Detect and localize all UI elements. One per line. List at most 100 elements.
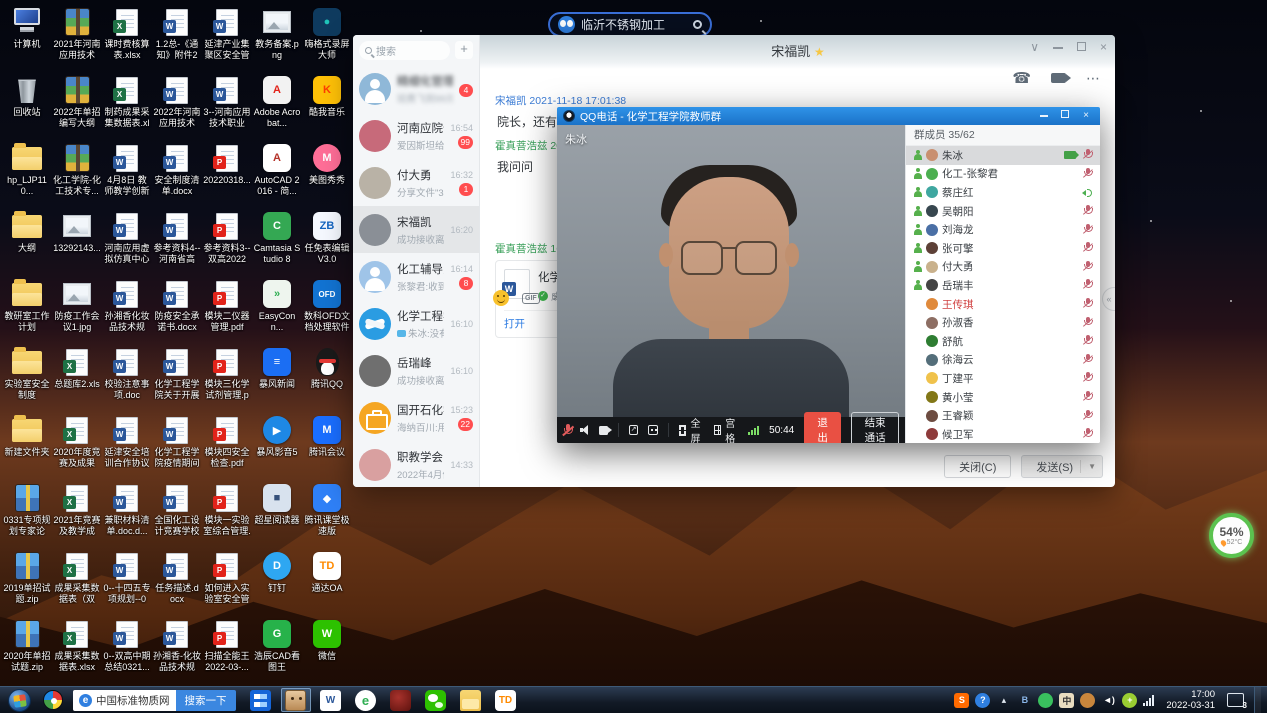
member-row[interactable]: 付大勇 <box>906 258 1100 277</box>
desktop-icon[interactable]: 回收站 <box>2 70 52 138</box>
call-maximize-button[interactable] <box>1057 108 1073 124</box>
desktop-icon[interactable]: 腾讯QQ <box>302 342 352 410</box>
conversation-item[interactable]: 国开石化学…海纳百川:用学…15:2322 <box>353 394 479 441</box>
member-row[interactable]: 候卫军 <box>906 425 1100 443</box>
ime-icon[interactable]: 中 <box>1059 693 1074 708</box>
member-row[interactable]: 张可擎 <box>906 239 1100 258</box>
desktop-icon[interactable]: ■超星阅读器 <box>252 478 302 546</box>
screen-share-icon[interactable]: ↗ <box>629 425 639 435</box>
fox-icon[interactable] <box>1080 693 1095 708</box>
desktop-icon[interactable]: W化学工程学院疫情期间教... <box>152 410 202 478</box>
desktop-icon[interactable]: 实验室安全制度 <box>2 342 52 410</box>
desktop-icon[interactable]: 13292143... <box>52 206 102 274</box>
gif-icon[interactable]: GIF <box>522 293 540 304</box>
desktop-icon[interactable]: »EasyConn... <box>252 274 302 342</box>
desktop-icon[interactable]: 2021年河南应用技术职... <box>52 2 102 70</box>
desktop-icon[interactable]: P参考资料3--双高20220... <box>202 206 252 274</box>
conversation-item[interactable]: 化学工程学…朱冰:没有进入qq…16:10 <box>353 300 479 347</box>
desktop-icon[interactable]: ◆腾讯课堂极速版 <box>302 478 352 546</box>
desktop-icon[interactable]: TD通达OA <box>302 546 352 614</box>
performance-ball[interactable]: 54% 52°C <box>1209 513 1254 558</box>
desktop-icon[interactable]: 教研室工作计划 <box>2 274 52 342</box>
call-close-button[interactable]: × <box>1078 108 1094 124</box>
desktop-icon[interactable]: ▶暴风影音5 <box>252 410 302 478</box>
360-ball-icon[interactable]: + <box>1122 693 1137 708</box>
conversation-item[interactable]: 岳瑞峰成功接收离线文件 "16:10 <box>353 347 479 394</box>
desktop-icon[interactable]: W孙湘香-化妆品技术规范... <box>152 614 202 682</box>
desktop-icon[interactable]: W兼职材料清单.doc.d... <box>102 478 152 546</box>
360-pill-icon[interactable] <box>1038 693 1053 708</box>
desktop-icon[interactable]: W0--双高中期总结0321... <box>102 614 152 682</box>
tray-expand-icon[interactable]: ▴ <box>996 693 1011 708</box>
desktop-icon[interactable]: W4月8日 教师教学创新团... <box>102 138 152 206</box>
send-options-chevron-icon[interactable]: ▼ <box>1088 462 1096 471</box>
taskbar-word-app[interactable]: W <box>316 688 346 712</box>
desktop-icon[interactable]: X总题库2.xls <box>52 342 102 410</box>
desktop-icon[interactable]: M腾讯会议 <box>302 410 352 478</box>
minimize-button[interactable] <box>1053 40 1063 54</box>
desktop-icon[interactable]: 2019单招试题.zip <box>2 546 52 614</box>
desktop-icon[interactable]: ZB任免表编辑 V3.0 <box>302 206 352 274</box>
taskbar-search-button[interactable]: 搜索一下 <box>176 690 236 711</box>
conversation-item[interactable]: 河南应院化…爱因斯坦给我…16:5499 <box>353 112 479 159</box>
desktop-icon[interactable]: W化学工程学院关于开展教... <box>152 342 202 410</box>
taskbar-clock[interactable]: 17:00 2022-03-31 <box>1166 689 1215 711</box>
desktop-icon[interactable]: W防疫安全承诺书.docx <box>152 274 202 342</box>
taskbar-media-tiles-app[interactable] <box>246 688 276 712</box>
send-button[interactable]: 发送(S) ▼ <box>1021 455 1103 478</box>
desktop-icon[interactable]: 化工学院-化工技术专... <box>52 138 102 206</box>
desktop-icon[interactable]: W3--河南应用技术职业学... <box>202 70 252 138</box>
sogou-input-icon[interactable]: S <box>954 693 969 708</box>
desktop-icon[interactable]: G浩辰CAD看图王 <box>252 614 302 682</box>
microphone-muted-icon[interactable] <box>563 424 570 437</box>
desktop-icon[interactable]: X成果采集数据表（双高）... <box>52 546 102 614</box>
desktop-icon[interactable]: W孙湘香化妆品技术规范... <box>102 274 152 342</box>
desktop-icon[interactable]: W河南应用虚拟仿真中心建... <box>102 206 152 274</box>
grid-view-button[interactable]: 宫格 <box>714 415 738 443</box>
close-chat-button[interactable]: 关闭(C) <box>944 455 1011 478</box>
desktop-icon[interactable]: X制药成果采集数据表.xlsx <box>102 70 152 138</box>
help-icon[interactable]: ? <box>975 693 990 708</box>
desktop-icon[interactable]: ≡暴风新闻 <box>252 342 302 410</box>
taskbar-qq-app[interactable] <box>281 688 311 712</box>
desktop-icon[interactable]: AAdobe Acrobat... <box>252 70 302 138</box>
member-row[interactable]: 化工-张黎君 <box>906 165 1100 184</box>
call-minimize-button[interactable] <box>1036 108 1052 124</box>
call-titlebar[interactable]: QQ电话 - 化学工程学院教师群 × <box>557 107 1100 125</box>
desktop-icon[interactable]: 新建文件夹 <box>2 410 52 478</box>
exit-call-button[interactable]: 退出 <box>804 412 841 443</box>
taskbar-tongda-oa-app[interactable]: TD <box>491 688 521 712</box>
desktop-icon[interactable]: X2020年度竞赛及成果统... <box>52 410 102 478</box>
member-row[interactable]: 丁建平 <box>906 369 1100 388</box>
desktop-icon[interactable]: P模块三化学试剂管理.pdf <box>202 342 252 410</box>
desktop-icon[interactable]: P模块二仪器管理.pdf <box>202 274 252 342</box>
conversation-item[interactable]: 化工辅导员…张黎君:收到16:148 <box>353 253 479 300</box>
desktop-icon[interactable]: M美图秀秀 <box>302 138 352 206</box>
desktop-icon[interactable]: 防疫工作会议1.jpg <box>52 274 102 342</box>
member-row[interactable]: 王睿颖 <box>906 406 1100 425</box>
member-row[interactable]: 黄小莹 <box>906 388 1100 407</box>
fullscreen-button[interactable]: 全屏 <box>679 415 704 443</box>
desktop-search-widget[interactable]: 临沂不锈钢加工 <box>548 12 712 37</box>
taskbar-red-media-app[interactable] <box>386 688 416 712</box>
desktop-icon[interactable]: W0--十四五专项规划--03... <box>102 546 152 614</box>
show-desktop-button[interactable] <box>1254 687 1261 713</box>
add-contact-button[interactable]: + <box>455 41 473 59</box>
desktop-icon[interactable]: AAutoCAD 2016 - 简... <box>252 138 302 206</box>
desktop-icon[interactable]: W校验注意事项.doc <box>102 342 152 410</box>
search-query-text[interactable]: 临沂不锈钢加工 <box>581 16 687 33</box>
desktop-icon[interactable]: X2021年竞赛及教学成果... <box>52 478 102 546</box>
conversation-item[interactable]: 宋福凯成功接收离线文件 "116:20 <box>353 206 479 253</box>
member-row[interactable]: 孙淑香 <box>906 313 1100 332</box>
end-call-button[interactable]: 结束通话 <box>851 412 899 443</box>
conversation-item[interactable]: 精细化管理班班费飞到99元的4 <box>353 65 479 112</box>
member-row[interactable]: 岳瑞丰 <box>906 276 1100 295</box>
conversation-item[interactable]: 职教学会的…2022年4月份目前可…14:33 <box>353 441 479 487</box>
desktop-icon[interactable]: 计算机 <box>2 2 52 70</box>
search-icon[interactable] <box>693 20 702 29</box>
member-row[interactable]: 徐海云 <box>906 351 1100 370</box>
desktop-icon[interactable]: P模块四安全检查.pdf <box>202 410 252 478</box>
desktop-icon[interactable]: 2022年单招编写大纲通... <box>52 70 102 138</box>
emoji-icon[interactable] <box>493 290 509 306</box>
desktop-icon[interactable]: OFD数科OFD文档处理软件 <box>302 274 352 342</box>
